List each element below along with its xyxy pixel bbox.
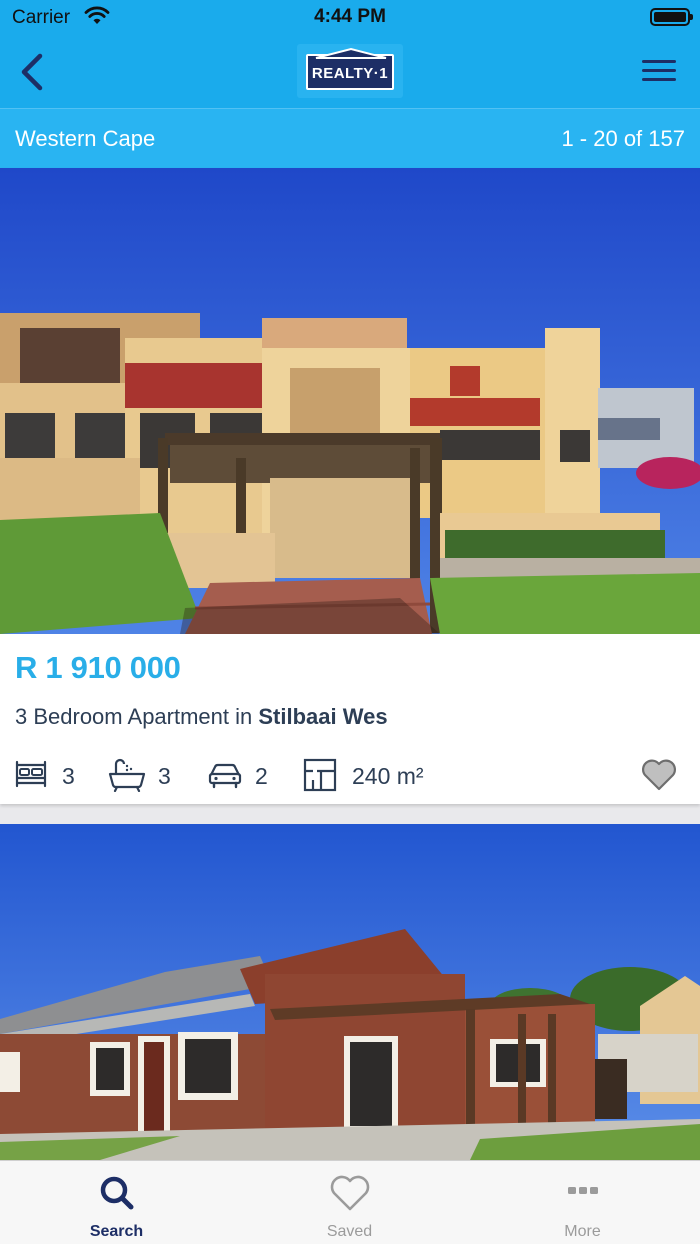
- heart-icon: [642, 759, 676, 791]
- heart-outline-icon: [330, 1175, 369, 1211]
- floor-plan-icon: [303, 758, 337, 792]
- result-count: 1 - 20 of 157: [561, 126, 685, 151]
- tab-more[interactable]: More: [466, 1161, 699, 1244]
- search-icon: [100, 1176, 133, 1210]
- realty1-logo: REALTY·1: [297, 44, 403, 98]
- region-name: Western Cape: [15, 126, 156, 151]
- listing-location: Stilbaai Wes: [258, 704, 388, 729]
- tab-search[interactable]: Search: [0, 1161, 233, 1244]
- listing-card[interactable]: [0, 824, 700, 1160]
- tab-saved[interactable]: Saved: [233, 1161, 466, 1244]
- tab-search-label: Search: [89, 1223, 144, 1240]
- listing-features: 3 3 2 240 m²: [0, 756, 700, 796]
- tab-more-label: More: [564, 1223, 601, 1240]
- back-button[interactable]: [14, 50, 54, 94]
- bedrooms-count: 3: [62, 763, 75, 789]
- chevron-left-icon: [21, 53, 43, 91]
- bathrooms-count: 3: [158, 763, 171, 789]
- clock: 4:44 PM: [314, 6, 386, 27]
- bathtub-icon: [108, 758, 146, 792]
- logo-roof-icon: [315, 47, 387, 59]
- bed-icon: [15, 760, 47, 788]
- listing-title-prefix: 3 Bedroom Apartment in: [15, 704, 259, 729]
- logo-text: REALTY·1: [311, 65, 389, 82]
- listing-title: 3 Bedroom Apartment in Stilbaai Wes: [15, 704, 388, 730]
- car-icon: [208, 763, 242, 789]
- tab-saved-label: Saved: [326, 1223, 373, 1240]
- listing-card[interactable]: R 1 910 000 3 Bedroom Apartment in Stilb…: [0, 168, 700, 804]
- listing-photo[interactable]: [0, 168, 700, 634]
- listing-price: R 1 910 000: [15, 650, 181, 685]
- hamburger-menu-button[interactable]: [638, 58, 678, 86]
- region-header: Western Cape 1 - 20 of 157: [0, 108, 700, 168]
- tab-bar: Search Saved More: [0, 1160, 700, 1244]
- listing-photo[interactable]: [0, 824, 700, 1160]
- battery-icon: [650, 8, 693, 26]
- status-bar: Carrier 4:44 PM: [0, 0, 700, 36]
- navigation-bar: REALTY·1: [0, 36, 700, 108]
- favorite-button[interactable]: [640, 758, 678, 794]
- floor-size: 240 m²: [352, 763, 424, 789]
- garages-count: 2: [255, 763, 268, 789]
- more-dots-icon: [567, 1187, 598, 1194]
